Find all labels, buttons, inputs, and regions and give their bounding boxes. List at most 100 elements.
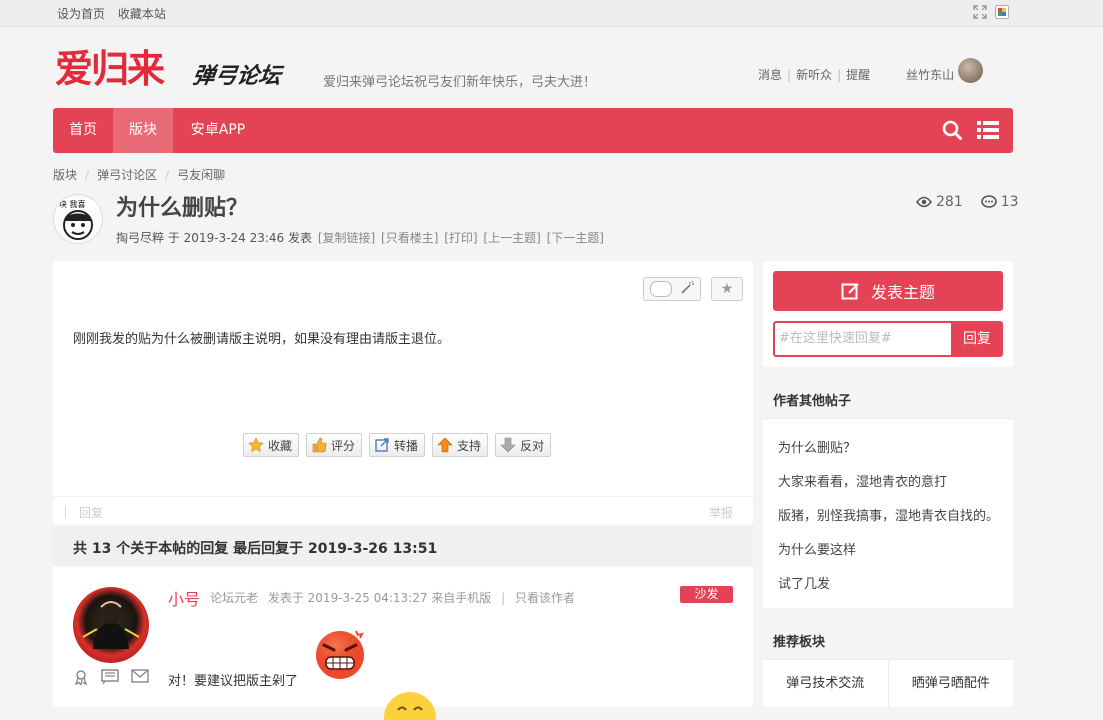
top-links: 设为首页 收藏本站 — [57, 5, 175, 22]
other-posts-list: 为什么删贴？ 大家来看看，湿地青衣的意打 版猪，别怪我搞事，湿地青衣自找的。 为… — [778, 437, 999, 607]
other-post-item[interactable]: 为什么要这样 — [778, 539, 999, 573]
other-posts-header: 作者其他帖子 — [763, 378, 1013, 419]
reply-summary-bar: 共 13 个关于本帖的回复 最后回复于 2019-3-26 13:51 — [53, 526, 753, 566]
only-op-link[interactable]: [只看楼主] — [381, 231, 438, 245]
share-label: 转播 — [394, 438, 419, 453]
fullscreen-icon[interactable] — [973, 5, 987, 19]
post-body-text: 刚刚我发的贴为什么被删请版主说明，如果没有理由请版主退位。 — [73, 332, 451, 347]
angry-emoji-icon — [316, 630, 364, 679]
oppose-label: 反对 — [520, 438, 545, 453]
reply-author-name[interactable]: 小号 — [168, 586, 200, 610]
recommend-list: 弹弓技术交流 晒弹弓晒配件 — [763, 660, 1013, 707]
new-listeners-link[interactable]: 新听众 — [796, 66, 832, 83]
view-count: 281 — [936, 194, 963, 210]
message-envelope-icon[interactable] — [131, 669, 149, 683]
author-other-posts: 作者其他帖子 为什么删贴？ 大家来看看，湿地青衣的意打 版猪，别怪我搞事，湿地青… — [763, 378, 1013, 608]
floor-badge: 沙发 — [680, 586, 733, 603]
post-toggle-button[interactable] — [643, 277, 701, 301]
support-label: 支持 — [457, 438, 482, 453]
rate-button[interactable]: 评分 — [306, 433, 363, 457]
reply-meta: 论坛元老 发表于 2019-3-25 04:13:27 来自手机版 | 只看该作… — [210, 589, 575, 606]
reply-post: 小号 论坛元老 发表于 2019-3-25 04:13:27 来自手机版 | 只… — [53, 567, 753, 720]
nav-android-app[interactable]: 安卓APP — [173, 108, 263, 153]
top-tools — [973, 5, 1009, 19]
favorite-label: 收藏 — [268, 438, 293, 453]
grin-emoji-icon — [384, 692, 436, 720]
oppose-button[interactable]: 反对 — [495, 433, 552, 457]
rate-label: 评分 — [331, 438, 356, 453]
favorite-button[interactable]: 收藏 — [243, 433, 300, 457]
site-slogan: 爱归来弹弓论坛祝弓友们新年快乐，弓夫大进！ — [323, 75, 597, 90]
quick-reply-input[interactable]: #在这里快速回复# — [773, 321, 951, 357]
star-favorite-icon[interactable]: ★ — [711, 277, 743, 301]
edit-icon — [841, 283, 859, 300]
reminders-link[interactable]: 提醒 — [846, 66, 870, 83]
separator: | — [501, 591, 506, 605]
other-post-item[interactable]: 为什么删贴？ — [778, 437, 999, 471]
username-link[interactable]: 丝竹东山 — [906, 66, 954, 83]
logo-main-text: 爱归来 — [55, 47, 165, 91]
reply-author-rank: 论坛元老 — [210, 591, 259, 605]
main-post: ★ 刚刚我发的贴为什么被删请版主说明，如果没有理由请版主退位。 收藏 评分 转播… — [53, 261, 753, 525]
other-post-item[interactable]: 版猪，别怪我搞事，湿地青衣自找的。 — [778, 505, 999, 539]
print-link[interactable]: [打印] — [444, 231, 477, 245]
report-link[interactable]: 举报 — [709, 504, 733, 521]
prev-thread-link[interactable]: [上一主题] — [483, 231, 540, 245]
breadcrumb-separator: / — [165, 168, 170, 182]
user-nav: 消息 | 新听众 | 提醒 丝竹东山 — [758, 66, 954, 83]
new-thread-label: 发表主题 — [870, 283, 935, 302]
toggle-knob — [650, 281, 672, 297]
share-icon — [375, 438, 389, 452]
comment-icon — [980, 195, 997, 208]
thread-stats: 281 13 — [916, 194, 1019, 210]
reply-count: 13 — [1000, 194, 1019, 210]
nav-home[interactable]: 首页 — [53, 108, 113, 153]
other-post-item[interactable]: 试了几发 — [778, 573, 999, 607]
only-this-author-link[interactable]: 只看该作者 — [515, 591, 575, 605]
user-avatar[interactable] — [958, 58, 983, 83]
arrow-down-icon — [500, 437, 516, 453]
next-thread-link[interactable]: [下一主题] — [547, 231, 604, 245]
support-button[interactable]: 支持 — [432, 433, 489, 457]
other-posts-title: 作者其他帖子 — [773, 394, 852, 409]
board-link-gear[interactable]: 晒弹弓晒配件 — [889, 660, 1014, 707]
color-theme-icon[interactable] — [995, 5, 1009, 19]
views-eye-icon — [916, 196, 932, 208]
separator: | — [837, 67, 842, 82]
sidebar-actions: 发表主题 #在这里快速回复# 回复 — [763, 261, 1013, 367]
thread-author-avatar[interactable]: 块 我喜 — [53, 194, 103, 244]
recommend-title: 推荐板块 — [773, 635, 826, 650]
thread-author-link[interactable]: 掏弓尽粹 — [116, 231, 164, 245]
post-footer: 回复 举报 — [53, 496, 753, 526]
quick-reply-button[interactable]: 回复 — [951, 321, 1003, 357]
nav-boards[interactable]: 版块 — [113, 108, 173, 153]
copy-link[interactable]: [复制链接] — [318, 231, 375, 245]
set-homepage-link[interactable]: 设为首页 — [57, 7, 105, 21]
medal-icon[interactable] — [73, 669, 89, 685]
breadcrumb-chat[interactable]: 弓友闲聊 — [177, 168, 225, 182]
logo-script-text: 弹弓论坛 — [190, 63, 283, 89]
messages-link[interactable]: 消息 — [758, 66, 782, 83]
reply-summary-text: 共 13 个关于本帖的回复 最后回复于 2019-3-26 13:51 — [73, 541, 438, 557]
star-icon — [248, 437, 264, 452]
main-nav: 首页 版块 安卓APP — [53, 108, 1013, 153]
reply-author-tools — [73, 669, 149, 685]
other-post-item[interactable]: 大家来看看，湿地青衣的意打 — [778, 471, 999, 505]
site-logo[interactable]: 爱归来 弹弓论坛 — [55, 46, 305, 92]
thread-meta: 掏弓尽粹 于 2019-3-24 23:46 发表 [复制链接] [只看楼主] … — [116, 229, 604, 246]
bookmark-site-link[interactable]: 收藏本站 — [118, 7, 166, 21]
breadcrumb: 版块 / 弹弓讨论区 / 弓友闲聊 — [53, 166, 225, 183]
breadcrumb-discussion[interactable]: 弹弓讨论区 — [97, 168, 157, 182]
thread-title: 为什么删贴？ — [116, 196, 249, 221]
reply-link[interactable]: 回复 — [64, 504, 103, 521]
menu-list-icon[interactable] — [977, 120, 999, 140]
reply-posted-time: 发表于 2019-3-25 04:13:27 来自手机版 — [267, 591, 492, 605]
post-list-icon[interactable] — [101, 669, 119, 685]
share-button[interactable]: 转播 — [369, 433, 426, 457]
reply-author-avatar[interactable] — [73, 587, 149, 663]
search-icon[interactable] — [942, 120, 962, 140]
new-thread-button[interactable]: 发表主题 — [773, 271, 1003, 311]
board-link-tech[interactable]: 弹弓技术交流 — [763, 660, 889, 707]
separator: | — [787, 67, 792, 82]
breadcrumb-boards[interactable]: 版块 — [53, 168, 77, 182]
